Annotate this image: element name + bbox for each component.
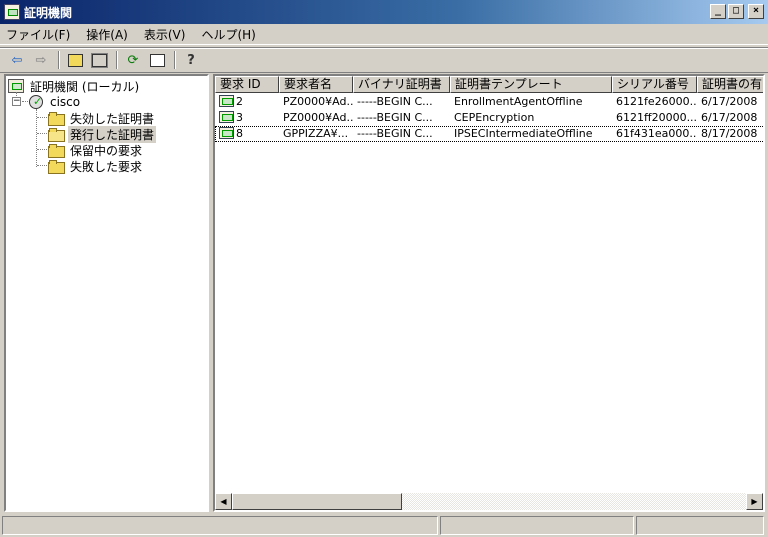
certificate-authority-icon [4,4,20,20]
tree-root[interactable]: 証明機関 (ローカル) [8,78,141,94]
tree-folder-label: 失効した証明書 [70,111,155,126]
ca-server-icon [28,94,44,110]
table-row[interactable]: 2 PZ0000¥Ad... -----BEGIN C... Enrollmen… [215,94,763,110]
export-list-icon[interactable] [146,50,168,70]
window-title: 証明機関 [24,5,73,20]
scroll-thumb[interactable] [232,493,402,510]
up-folder-icon[interactable] [64,50,86,70]
folder-icon [48,112,65,126]
folder-icon [48,144,65,158]
column-header-request-id[interactable]: 要求 ID [215,76,279,93]
toolbar-separator [174,51,176,69]
tree-server[interactable]: cisco [28,94,82,110]
maximize-button[interactable]: □ [728,4,744,19]
certificate-icon [219,111,234,123]
tree-folder-issued[interactable]: 発行した証明書 [48,125,157,143]
table-row[interactable]: 8 GPPIZZA¥... -----BEGIN C... IPSECInter… [215,126,763,142]
menu-file[interactable]: ファイル(F) [6,26,70,43]
horizontal-scrollbar[interactable]: ◀ ▶ [215,493,763,510]
collapse-toggle[interactable]: − [12,97,21,106]
column-header-serial[interactable]: シリアル番号 [612,76,697,93]
scroll-left-button[interactable]: ◀ [215,493,232,510]
tree-folder-failed[interactable]: 失敗した要求 [48,158,144,174]
column-header-effective-date[interactable]: 証明書の有 [697,76,763,93]
close-button[interactable]: × [748,4,764,19]
list-header: 要求 ID 要求者名 バイナリ証明書 証明書テンプレート シリアル番号 証明書の… [215,76,763,93]
tree-folder-revoked[interactable]: 失効した証明書 [48,110,156,126]
tree-folder-label: 保留中の要求 [70,143,143,158]
console-tree[interactable]: 証明機関 (ローカル) − cisco 失効した証明書 発行した証明書 保留中の… [4,74,209,512]
refresh-icon[interactable]: ⟳ [122,50,144,70]
certificate-icon [219,127,234,139]
open-folder-icon [48,128,65,142]
back-arrow-icon[interactable]: ⇦ [6,50,28,70]
menu-help[interactable]: ヘルプ(H) [201,26,255,43]
status-bar [0,514,768,537]
show-hide-tree-icon[interactable] [88,50,110,70]
menu-action[interactable]: 操作(A) [86,26,128,43]
tree-folder-label: 失敗した要求 [70,159,143,174]
menu-bar: ファイル(F) 操作(A) 表示(V) ヘルプ(H) [0,25,768,45]
result-list[interactable]: 要求 ID 要求者名 バイナリ証明書 証明書テンプレート シリアル番号 証明書の… [213,74,765,512]
minimize-button[interactable]: _ [710,4,726,19]
tree-folder-pending[interactable]: 保留中の要求 [48,142,144,158]
table-row[interactable]: 3 PZ0000¥Ad... -----BEGIN C... CEPEncryp… [215,110,763,126]
help-icon[interactable]: ? [180,50,202,70]
scroll-right-button[interactable]: ▶ [746,493,763,510]
menu-view[interactable]: 表示(V) [144,26,186,43]
toolbar-separator [58,51,60,69]
status-segment [2,516,438,535]
certificate-icon [219,95,234,107]
title-bar: 証明機関 _ □ × [0,0,768,24]
tree-folder-label: 発行した証明書 [68,125,157,143]
tree-root-label: 証明機関 (ローカル) [30,79,140,94]
forward-arrow-icon[interactable]: ⇨ [30,50,52,70]
tree-server-label: cisco [50,95,81,109]
status-segment [636,516,764,535]
certificate-authority-icon [8,79,24,93]
column-header-binary-cert[interactable]: バイナリ証明書 [353,76,450,93]
status-segment [440,516,634,535]
folder-icon [48,160,65,174]
toolbar: ⇦ ⇨ ⟳ ? [0,47,768,73]
toolbar-separator [116,51,118,69]
column-header-requester[interactable]: 要求者名 [279,76,353,93]
column-header-template[interactable]: 証明書テンプレート [450,76,612,93]
